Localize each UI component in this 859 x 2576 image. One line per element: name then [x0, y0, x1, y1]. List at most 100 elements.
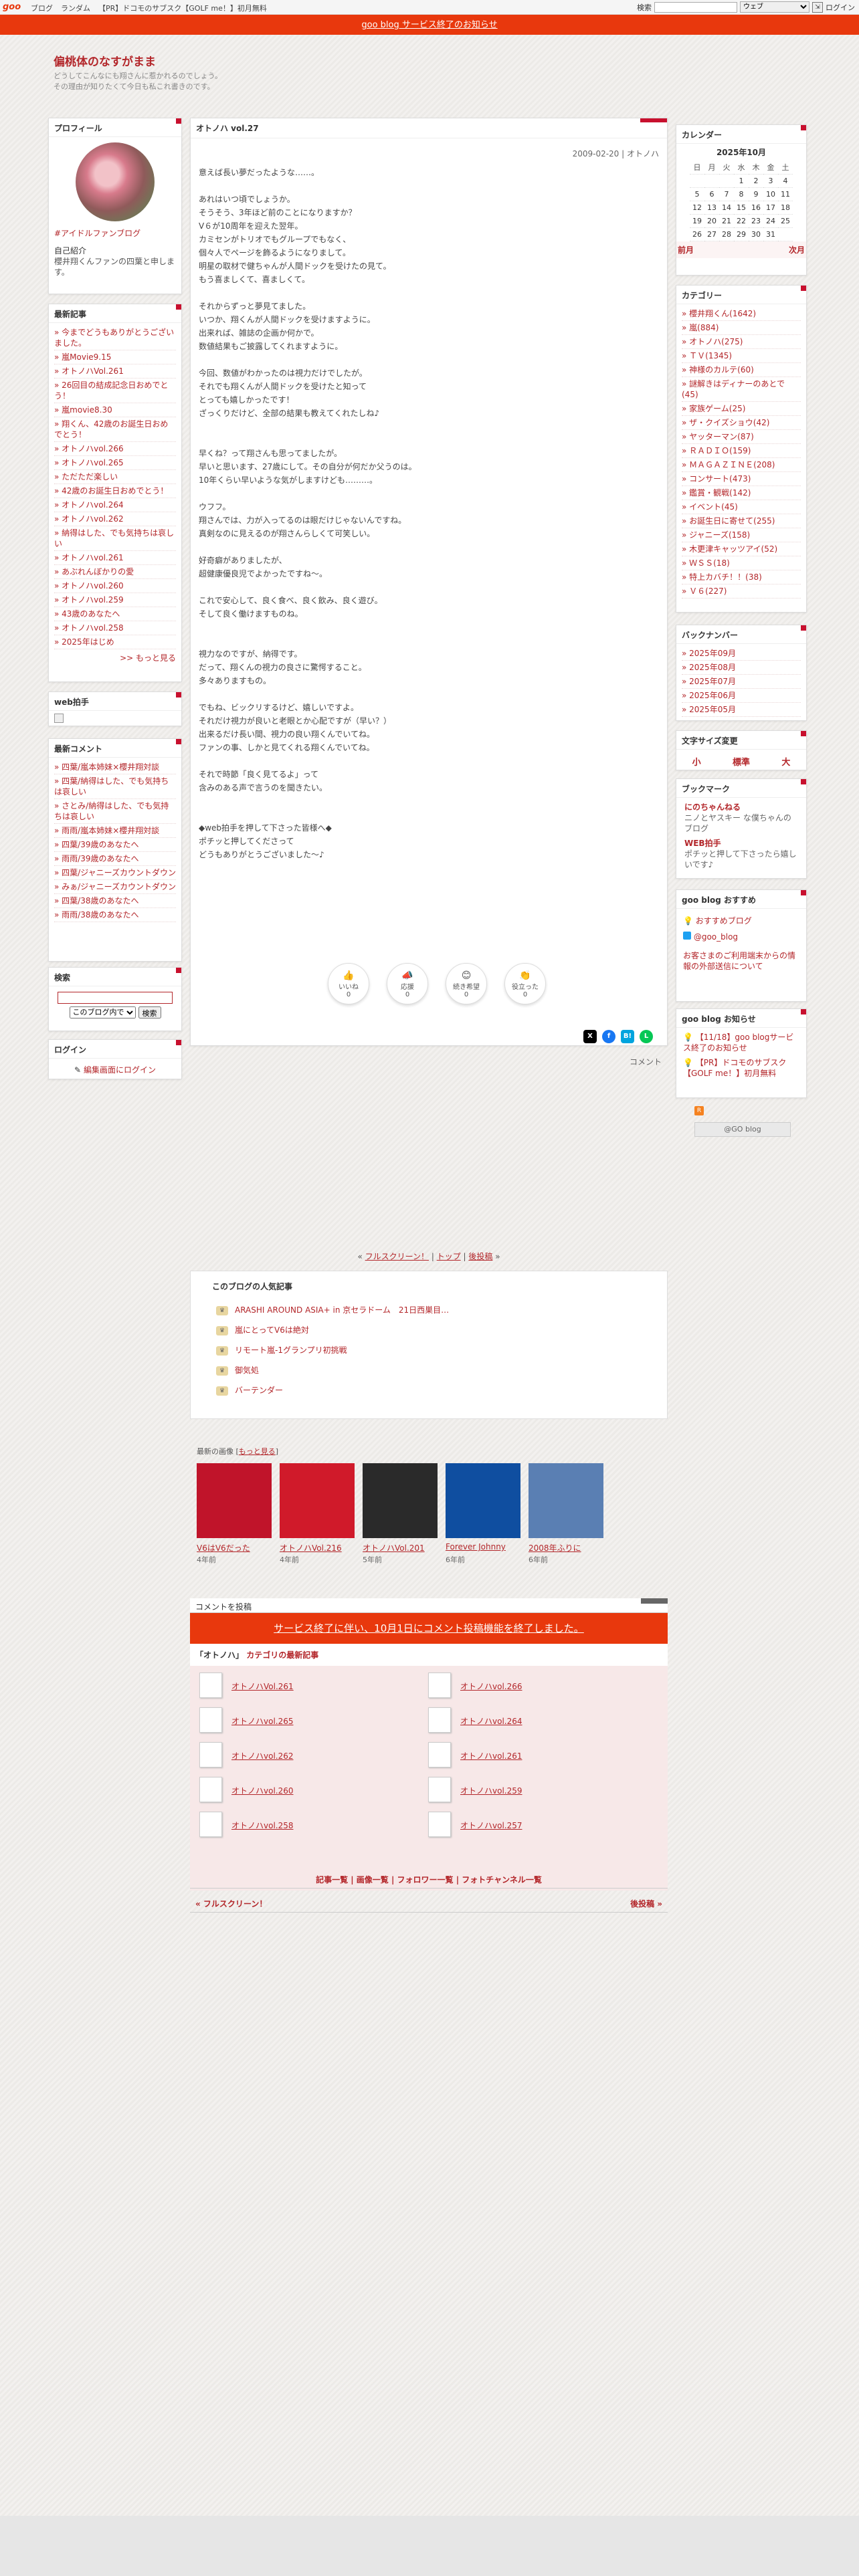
- blog-search-input[interactable]: [58, 992, 173, 1004]
- popular-item[interactable]: ♛ 御気処: [216, 1360, 667, 1380]
- recent-article-link[interactable]: 2025年はじめ: [62, 637, 114, 647]
- category-link[interactable]: ヤッターマン(87): [689, 432, 754, 441]
- category-link[interactable]: ＷＳＳ(18): [689, 558, 730, 568]
- fontsize-small-link[interactable]: 小: [692, 755, 701, 768]
- category-entry-link[interactable]: オトノハvol.264: [460, 1715, 522, 1727]
- recent-article-link[interactable]: 42歳のお誕生日おめでとう！: [62, 486, 168, 496]
- latest-images-more-link[interactable]: もっと見る: [239, 1447, 276, 1456]
- login-link[interactable]: ログイン: [826, 2, 855, 13]
- latest-image-thumb[interactable]: [529, 1463, 603, 1538]
- category-link[interactable]: ジャニーズ(158): [689, 530, 750, 540]
- recent-article-link[interactable]: 43歳のあなたへ: [62, 609, 120, 619]
- category-link[interactable]: 鑑賞・観戦(142): [689, 488, 751, 498]
- category-link[interactable]: イベント(45): [689, 502, 738, 512]
- latest-image-caption[interactable]: オトノハVol.201: [363, 1542, 443, 1553]
- popular-item[interactable]: ♛ 嵐にとってV6は絶対: [216, 1320, 667, 1340]
- rss-icon[interactable]: R: [694, 1106, 704, 1115]
- blog-title[interactable]: 偏桃体のなすがまま: [54, 52, 156, 69]
- article-title[interactable]: オトノハ vol.27: [191, 118, 667, 138]
- backnumber-link[interactable]: 2025年07月: [689, 677, 736, 686]
- notice-link[interactable]: 【PR】ドコモのサブスク【GOLF me！】初月無料: [683, 1058, 786, 1078]
- bookmark-link[interactable]: WEB拍手: [684, 838, 798, 849]
- facebook-share-icon[interactable]: f: [602, 1030, 615, 1043]
- category-entry-link[interactable]: オトノハVol.261: [231, 1681, 294, 1692]
- category-entry-link[interactable]: オトノハvol.265: [231, 1715, 294, 1727]
- calendar-prev-link[interactable]: 前月: [678, 244, 694, 255]
- backnumber-link[interactable]: 2025年06月: [689, 691, 736, 700]
- reaction-like-button[interactable]: 👍 いいね 0: [328, 963, 369, 1004]
- goo-twitter-link[interactable]: @goo_blog: [694, 932, 738, 942]
- notice-link[interactable]: 【11/18】goo blogサービス終了のお知らせ: [683, 1033, 793, 1053]
- category-link[interactable]: 嵐(884): [689, 323, 719, 332]
- recent-comment-link[interactable]: 四葉/ジャニーズカウントダウン: [62, 868, 176, 877]
- recent-article-link[interactable]: オトノハvol.265: [62, 458, 124, 467]
- backnumber-link[interactable]: 2025年05月: [689, 705, 736, 714]
- recent-comment-link[interactable]: 四葉/39歳のあなたへ: [62, 840, 138, 849]
- backnumber-link[interactable]: 2025年08月: [689, 663, 736, 672]
- recent-article-link[interactable]: オトノハvol.264: [62, 500, 124, 510]
- category-link[interactable]: 特上カバチ！！(38): [689, 572, 762, 582]
- category-entry-link[interactable]: オトノハvol.259: [460, 1785, 522, 1796]
- recent-article-link[interactable]: 翔くん、42歳のお誕生日おめでとう！: [54, 419, 168, 439]
- blog-search-button[interactable]: 検索: [138, 1006, 161, 1018]
- external-info-link[interactable]: お客さまのご利用端末からの情報の外部送信について: [683, 951, 795, 971]
- latest-image-caption[interactable]: 2008年ふりに: [529, 1542, 609, 1553]
- fontsize-large-link[interactable]: 大: [781, 755, 790, 768]
- latest-image-caption[interactable]: V6はV6だった: [197, 1542, 277, 1553]
- recent-article-link[interactable]: 嵐Movie9.15: [62, 352, 111, 362]
- comment-closed-notice[interactable]: サービス終了に伴い、10月1日にコメント投稿機能を終了しました。: [274, 1622, 584, 1634]
- recent-article-link[interactable]: オトノハvol.261: [62, 553, 124, 562]
- category-entry-link[interactable]: オトノハvol.257: [460, 1820, 522, 1831]
- recent-more-link[interactable]: >> もっと見る: [120, 653, 176, 663]
- recent-comment-link[interactable]: さとみ/納得はした、でも気持ちは哀しい: [54, 801, 169, 821]
- category-link[interactable]: 櫻井翔くん(1642): [689, 309, 756, 318]
- service-end-link[interactable]: goo blog サービス終了のお知らせ: [361, 20, 497, 30]
- reaction-continue-button[interactable]: 😊 続き希望 0: [446, 963, 487, 1004]
- category-link[interactable]: ザ・クイズショウ(42): [689, 418, 769, 427]
- recent-article-link[interactable]: オトノハVol.261: [62, 366, 124, 376]
- profile-hashtag-link[interactable]: #アイドルファンブログ: [54, 229, 140, 238]
- calendar-next-link[interactable]: 次月: [789, 244, 805, 255]
- fontsize-normal-link[interactable]: 標準: [733, 755, 750, 768]
- topbar-nav-pr[interactable]: 【PR】ドコモのサブスク【GOLF me！】初月無料: [98, 3, 267, 13]
- recent-comment-link[interactable]: 雨雨/38歳のあなたへ: [62, 910, 138, 920]
- recent-article-link[interactable]: 納得はした、でも気持ちは哀しい: [54, 528, 174, 548]
- hatena-share-icon[interactable]: B!: [621, 1030, 634, 1043]
- category-link[interactable]: コンサート(473): [689, 474, 751, 484]
- category-link[interactable]: ＴＶ(1345): [689, 351, 732, 360]
- category-link[interactable]: 謎解きはディナーのあとで(45): [682, 379, 785, 399]
- latest-image-thumb[interactable]: [197, 1463, 272, 1538]
- recent-comment-link[interactable]: 四葉/納得はした、でも気持ちは哀しい: [54, 776, 169, 796]
- blog-search-scope[interactable]: このブログ内で: [69, 1006, 136, 1018]
- global-search-input[interactable]: [654, 1, 737, 13]
- edit-login-link[interactable]: 編集画面にログイン: [84, 1065, 156, 1075]
- recent-article-link[interactable]: ただただ楽しい: [62, 472, 118, 481]
- pager-fullscreen-link[interactable]: フルスクリーン！: [365, 1252, 429, 1261]
- category-link[interactable]: 神様のカルテ(60): [689, 365, 754, 374]
- footer-prev-link[interactable]: « フルスクリーン！: [195, 1898, 267, 1909]
- article-comment-link[interactable]: コメント: [630, 1056, 662, 1067]
- topbar-nav-blog[interactable]: ブログ: [31, 3, 53, 13]
- popular-item[interactable]: ♛ リモート嵐-1グランプリ初挑戦: [216, 1340, 667, 1360]
- recent-comment-link[interactable]: 雨雨/39歳のあなたへ: [62, 854, 138, 863]
- clap-image-icon[interactable]: [54, 714, 64, 723]
- search-scope-select[interactable]: ウェブ: [740, 1, 809, 13]
- reaction-cheer-button[interactable]: 📣 応援 0: [387, 963, 428, 1004]
- footer-links[interactable]: 記事一覧 | 画像一覧 | フォロワー一覧 | フォトチャンネル一覧: [190, 1870, 668, 1889]
- goo-logo[interactable]: goo: [3, 2, 21, 12]
- x-share-icon[interactable]: X: [583, 1030, 597, 1043]
- latest-image-caption[interactable]: オトノハVol.216: [280, 1542, 360, 1553]
- recent-article-link[interactable]: オトノハvol.259: [62, 595, 124, 605]
- category-link[interactable]: お誕生日に寄せて(255): [689, 516, 775, 526]
- category-link[interactable]: ＲＡＤＩＯ(159): [689, 446, 751, 455]
- recent-article-link[interactable]: オトノハvol.266: [62, 444, 124, 453]
- category-entry-link[interactable]: オトノハvol.266: [460, 1681, 522, 1692]
- recent-article-link[interactable]: 嵐movie8.30: [62, 405, 112, 415]
- recent-comment-link[interactable]: 四葉/38歳のあなたへ: [62, 896, 138, 905]
- search-go-icon[interactable]: ⇲: [812, 1, 823, 13]
- bookmark-link[interactable]: にのちゃんねる: [684, 802, 741, 812]
- pager-next-link[interactable]: 後投稿: [468, 1252, 492, 1261]
- backnumber-link[interactable]: 2025年09月: [689, 649, 736, 658]
- latest-image-thumb[interactable]: [280, 1463, 355, 1538]
- recent-comment-link[interactable]: みぁ/ジャニーズカウントダウン: [62, 882, 176, 891]
